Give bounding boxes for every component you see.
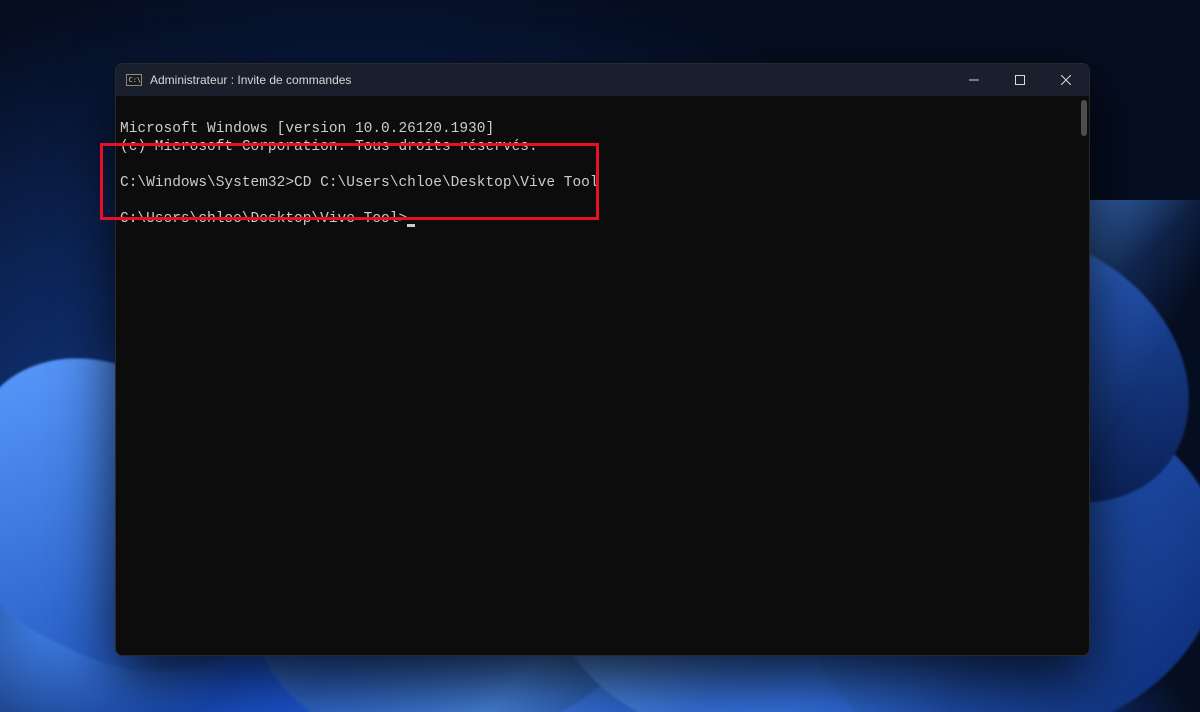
current-prompt-line: C:\Users\chloe\Desktop\Vive Tool> xyxy=(120,210,1087,228)
command-line: C:\Windows\System32>CD C:\Users\chloe\De… xyxy=(120,174,1087,192)
window-title: Administrateur : Invite de commandes xyxy=(150,73,951,87)
window-titlebar[interactable]: C:\ Administrateur : Invite de commandes xyxy=(116,64,1089,96)
prompt: C:\Windows\System32> xyxy=(120,175,294,191)
cursor xyxy=(407,224,415,227)
entered-command: CD C:\Users\chloe\Desktop\Vive Tool xyxy=(294,175,599,191)
output-line: Microsoft Windows [version 10.0.26120.19… xyxy=(120,120,1087,138)
close-button[interactable] xyxy=(1043,64,1089,96)
output-line: (c) Microsoft Corporation. Tous droits r… xyxy=(120,138,1087,156)
blank-line xyxy=(120,192,1087,210)
command-prompt-window: C:\ Administrateur : Invite de commandes… xyxy=(115,63,1090,656)
terminal-output-area[interactable]: Microsoft Windows [version 10.0.26120.19… xyxy=(116,96,1089,655)
svg-text:C:\: C:\ xyxy=(129,76,142,84)
minimize-button[interactable] xyxy=(951,64,997,96)
blank-line xyxy=(120,156,1087,174)
prompt: C:\Users\chloe\Desktop\Vive Tool> xyxy=(120,211,407,227)
cmd-icon: C:\ xyxy=(126,72,142,88)
maximize-button[interactable] xyxy=(997,64,1043,96)
